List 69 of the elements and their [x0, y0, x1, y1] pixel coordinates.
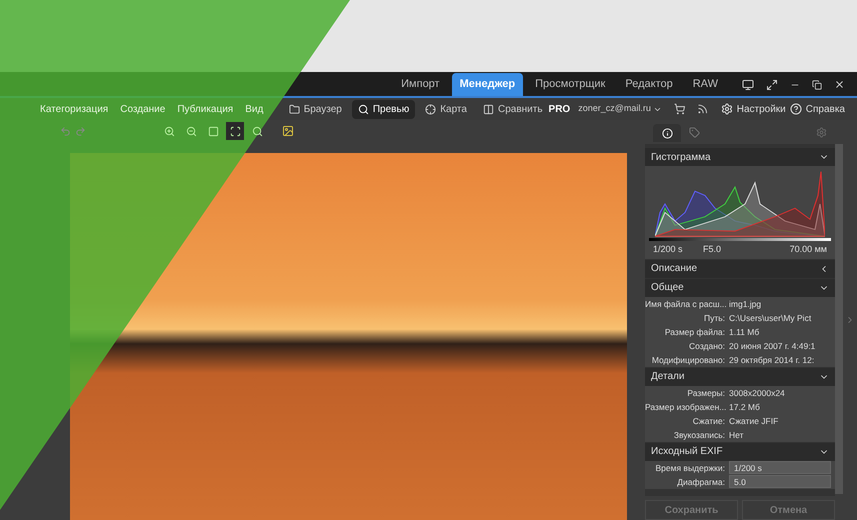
- close-icon[interactable]: [834, 79, 845, 90]
- focal-value: 70.00 мм: [790, 243, 827, 256]
- fit-icon: [230, 126, 240, 136]
- magnifier-icon: [358, 104, 369, 114]
- property-value: 1.11 Мб: [729, 326, 760, 338]
- section-title: Гистограмма: [651, 150, 711, 164]
- property-value: img1.jpg: [729, 298, 762, 310]
- tag-icon[interactable]: [689, 127, 700, 138]
- section-header[interactable]: Исходный EXIF: [645, 442, 835, 460]
- section-header[interactable]: Детали: [645, 368, 835, 386]
- fullscreen-icon[interactable]: [766, 78, 778, 90]
- toolbar-link[interactable]: Настройки: [720, 102, 786, 116]
- property-value: Нет: [729, 428, 744, 440]
- property-value: 20 июня 2007 г. 4:49:1: [729, 340, 816, 352]
- exposure-value: 1/200 s: [653, 243, 684, 256]
- module-tab[interactable]: Импорт: [393, 73, 448, 96]
- property-label: Путь:: [702, 312, 726, 324]
- rss-icon[interactable]: [697, 103, 709, 115]
- target-icon: [425, 104, 436, 114]
- folder-icon: [288, 104, 300, 114]
- actual-icon: [208, 126, 218, 136]
- help-icon: [790, 103, 802, 115]
- property-label: Звукозапись:: [672, 428, 726, 440]
- view-button[interactable]: Превью: [352, 100, 416, 118]
- property-field[interactable]: 5.0: [729, 475, 831, 488]
- zoom-tool[interactable]: [226, 122, 244, 140]
- property-value: C:\Users\user\My Pict: [729, 312, 812, 324]
- zoom-out-icon: [186, 126, 196, 136]
- view-button[interactable]: Браузер: [282, 100, 348, 118]
- restore-icon[interactable]: [812, 80, 822, 90]
- section-header[interactable]: Гистограмма: [645, 148, 835, 166]
- section-title: Исходный EXIF: [651, 445, 723, 459]
- compare-icon: [482, 104, 494, 114]
- info-icon: [662, 128, 672, 138]
- view-button[interactable]: Карта: [419, 100, 473, 118]
- section-title: Описание: [651, 262, 698, 276]
- property-label: Размеры:: [686, 386, 726, 398]
- property-value: 17.2 Мб: [729, 400, 760, 412]
- property-field[interactable]: 1/200 s: [729, 461, 831, 474]
- property-value: 3008x2000x24: [729, 386, 785, 398]
- property-label: Имя файла с расш...: [645, 298, 728, 310]
- image-icon[interactable]: [282, 125, 294, 137]
- info-tab[interactable]: [653, 124, 681, 142]
- property-value: Сжатие JFIF: [729, 414, 778, 426]
- module-tab[interactable]: RAW: [684, 73, 726, 96]
- aperture-value: F5.0: [703, 243, 722, 256]
- section-title: Общее: [651, 281, 684, 295]
- property-label: Модифицировано:: [650, 354, 726, 366]
- module-tab[interactable]: Редактор: [617, 73, 681, 96]
- edition-label: PRO: [548, 102, 570, 116]
- property-label: Сжатие:: [692, 414, 726, 426]
- property-label: Создано:: [688, 340, 726, 352]
- module-tab[interactable]: Просмотрщик: [527, 73, 614, 96]
- property-label: Размер файла:: [664, 326, 726, 338]
- account-dropdown[interactable]: zoner_cz@mail.ru: [578, 102, 662, 116]
- toolbar-link[interactable]: Справка: [790, 102, 845, 116]
- zoom-in-icon: [164, 126, 174, 136]
- property-label: Время выдержки:: [654, 462, 726, 474]
- view-button[interactable]: Сравнить: [476, 100, 549, 118]
- section-header[interactable]: Описание: [645, 260, 835, 278]
- monitor-icon[interactable]: [742, 78, 754, 90]
- property-label: Диафрагма:: [676, 476, 726, 488]
- property-label: Размер изображен...: [645, 400, 728, 412]
- cart-icon[interactable]: [674, 103, 686, 115]
- settings-icon: [720, 103, 733, 115]
- property-value: 29 октября 2014 г. 12:: [729, 354, 814, 366]
- zoom-find-icon: [252, 126, 262, 136]
- section-title: Детали: [651, 370, 684, 384]
- section-header[interactable]: Общее: [645, 278, 835, 296]
